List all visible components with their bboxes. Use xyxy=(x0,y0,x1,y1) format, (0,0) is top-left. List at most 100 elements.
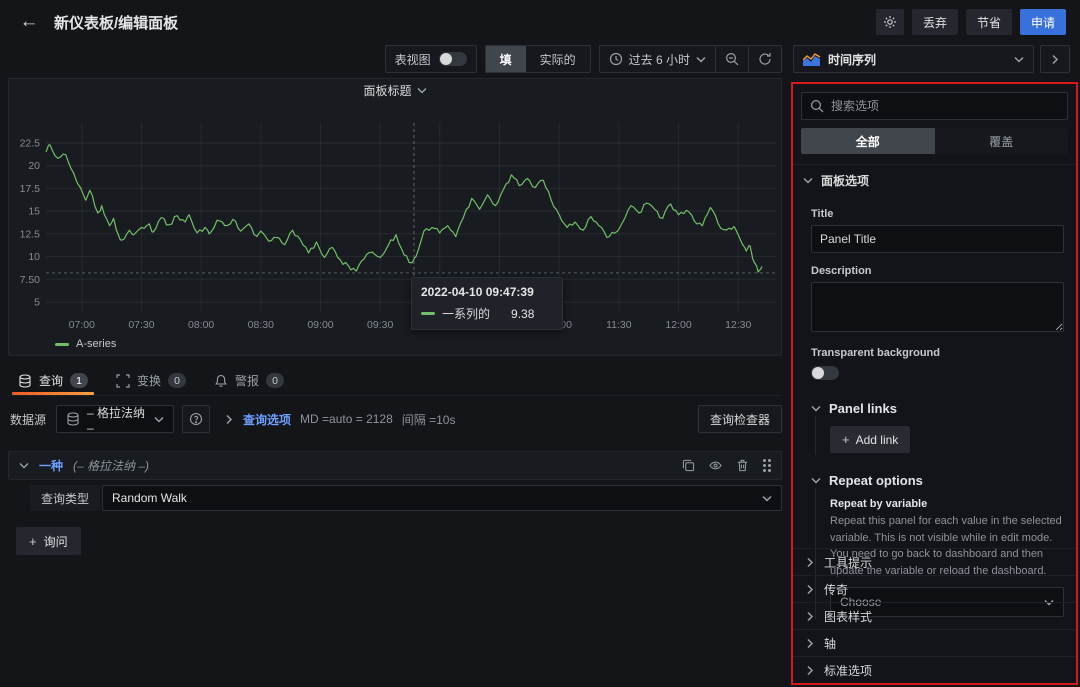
section-tooltip[interactable]: 工具提示 xyxy=(793,548,1076,575)
help-circle-icon xyxy=(189,412,203,426)
query-interval-meta: 间隔 =10s xyxy=(402,411,456,428)
options-sidebar: 全部 覆盖 面板选项 Title Description Transparent… xyxy=(791,82,1078,685)
legend-label: A-series xyxy=(76,338,116,350)
section-standard-options[interactable]: 标准选项 xyxy=(793,656,1076,683)
add-link-label: Add link xyxy=(856,433,899,447)
tab-alert[interactable]: 警报 0 xyxy=(204,366,294,395)
x-tick-label: 07:00 xyxy=(69,319,95,331)
x-tick-label: 12:30 xyxy=(725,319,751,331)
collapse-options-button[interactable] xyxy=(1040,45,1070,73)
bell-icon xyxy=(214,374,228,388)
y-tick-label: 15 xyxy=(28,206,40,218)
page-title: 新仪表板/编辑面板 xyxy=(54,12,178,33)
refresh-button[interactable] xyxy=(749,46,781,72)
chevron-right-icon xyxy=(226,414,233,424)
section-title: 图表样式 xyxy=(824,608,872,625)
x-tick-label: 07:30 xyxy=(128,319,154,331)
add-query-button[interactable]: + 询问 xyxy=(16,527,81,555)
options-search[interactable] xyxy=(801,92,1068,120)
time-range-picker[interactable]: 过去 6 小时 xyxy=(600,46,715,72)
transparent-background-label: Transparent background xyxy=(811,347,1064,359)
save-button[interactable]: 节省 xyxy=(966,9,1012,35)
tab-overrides[interactable]: 覆盖 xyxy=(935,128,1069,154)
sidebar-content: 全部 覆盖 xyxy=(793,84,1076,154)
options-search-input[interactable] xyxy=(831,99,1059,113)
tooltip-timestamp: 2022-04-10 09:47:39 xyxy=(421,285,553,299)
query-type-select[interactable]: Random Walk xyxy=(102,485,782,511)
table-view-toggle[interactable] xyxy=(439,52,467,66)
duplicate-icon[interactable] xyxy=(682,459,695,472)
chart-legend[interactable]: A-series xyxy=(55,338,116,350)
fit-mode-segmented: 填 实际的 xyxy=(485,45,591,73)
back-button[interactable]: ← xyxy=(14,7,44,37)
add-link-button[interactable]: + Add link xyxy=(830,426,910,453)
header-actions: 丢弃 节省 申请 xyxy=(876,9,1066,35)
add-query-label: 询问 xyxy=(44,533,68,550)
settings-button[interactable] xyxy=(876,9,904,35)
discard-button[interactable]: 丢弃 xyxy=(912,9,958,35)
legend-swatch xyxy=(55,343,69,346)
x-tick-label: 08:30 xyxy=(248,319,274,331)
repeat-options-header[interactable]: Repeat options xyxy=(811,473,1064,488)
transparent-background-toggle[interactable] xyxy=(811,366,839,380)
actual-mode-button[interactable]: 实际的 xyxy=(526,46,590,72)
chevron-right-icon xyxy=(807,557,814,567)
repeat-by-variable-label: Repeat by variable xyxy=(830,498,1064,510)
drag-handle-icon[interactable] xyxy=(763,459,771,472)
query-row-datasource: (– 格拉法纳 –) xyxy=(73,457,149,474)
query-type-value: Random Walk xyxy=(112,491,187,505)
datasource-select[interactable]: – 格拉法纳 – xyxy=(56,405,174,433)
tab-query[interactable]: 查询 1 xyxy=(8,366,98,395)
datasource-help-button[interactable] xyxy=(182,405,210,433)
panel-links-section: Panel links + Add link xyxy=(811,401,1064,455)
time-controls: 过去 6 小时 xyxy=(599,45,782,73)
query-options-meta: MD =auto = 2128 xyxy=(300,412,393,426)
section-title: 传奇 xyxy=(824,581,848,598)
chevron-down-icon xyxy=(803,177,813,184)
chevron-down-icon xyxy=(811,405,821,412)
tab-count-badge: 0 xyxy=(168,373,186,388)
visualization-picker[interactable]: 时间序列 xyxy=(793,45,1034,73)
gear-icon xyxy=(883,15,897,29)
options-tabs: 全部 覆盖 xyxy=(801,128,1068,154)
section-graph-styles[interactable]: 图表样式 xyxy=(793,602,1076,629)
section-panel-options[interactable]: 面板选项 xyxy=(793,164,1076,196)
trash-icon[interactable] xyxy=(736,459,749,472)
fill-mode-button[interactable]: 填 xyxy=(486,46,526,72)
tab-count-badge: 1 xyxy=(70,373,88,388)
panel-title-input[interactable] xyxy=(811,225,1064,253)
section-axis[interactable]: 轴 xyxy=(793,629,1076,656)
search-icon xyxy=(810,99,824,113)
panel-title-menu[interactable]: 面板标题 xyxy=(9,79,781,101)
chevron-down-icon xyxy=(19,462,29,469)
panel-description-textarea[interactable] xyxy=(811,282,1064,332)
y-tick-label: 7.50 xyxy=(20,274,41,286)
query-row-body: 查询类型 Random Walk xyxy=(8,485,782,511)
zoom-out-icon xyxy=(725,52,739,66)
clock-icon xyxy=(609,52,623,66)
database-icon xyxy=(18,374,32,388)
apply-button[interactable]: 申请 xyxy=(1020,9,1066,35)
toolbar-left: 表视图 填 实际的 过去 6 小时 xyxy=(0,44,782,74)
zoom-out-button[interactable] xyxy=(716,46,748,72)
panel-links-header[interactable]: Panel links xyxy=(811,401,1064,416)
timeseries-chart[interactable]: 22.52017.51512.5107.50507:0007:3008:0008… xyxy=(13,101,779,335)
y-tick-label: 10 xyxy=(28,251,40,263)
tab-all-options[interactable]: 全部 xyxy=(801,128,935,154)
section-legend[interactable]: 传奇 xyxy=(793,575,1076,602)
time-range-label: 过去 6 小时 xyxy=(629,51,690,68)
hide-query-eye-icon[interactable] xyxy=(709,459,722,472)
query-options-toggle[interactable]: 查询选项 MD =auto = 2128 间隔 =10s xyxy=(224,411,455,428)
tab-transform[interactable]: 变换 0 xyxy=(106,366,196,395)
x-tick-label: 08:00 xyxy=(188,319,214,331)
query-row-actions xyxy=(682,459,771,472)
chevron-down-icon xyxy=(417,87,427,94)
query-inspector-button[interactable]: 查询检查器 xyxy=(698,405,782,433)
timeseries-chart-icon xyxy=(803,53,821,66)
chevron-down-icon xyxy=(1014,56,1024,63)
query-ref-id: 一种 xyxy=(39,457,63,474)
collapsed-sections: 工具提示 传奇 图表样式 轴 标准选项 xyxy=(793,548,1076,683)
title-field-label: Title xyxy=(811,208,1064,220)
query-row-header[interactable]: 一种 (– 格拉法纳 –) xyxy=(8,451,782,480)
tooltip-series-name: 一系列的 xyxy=(442,305,490,322)
